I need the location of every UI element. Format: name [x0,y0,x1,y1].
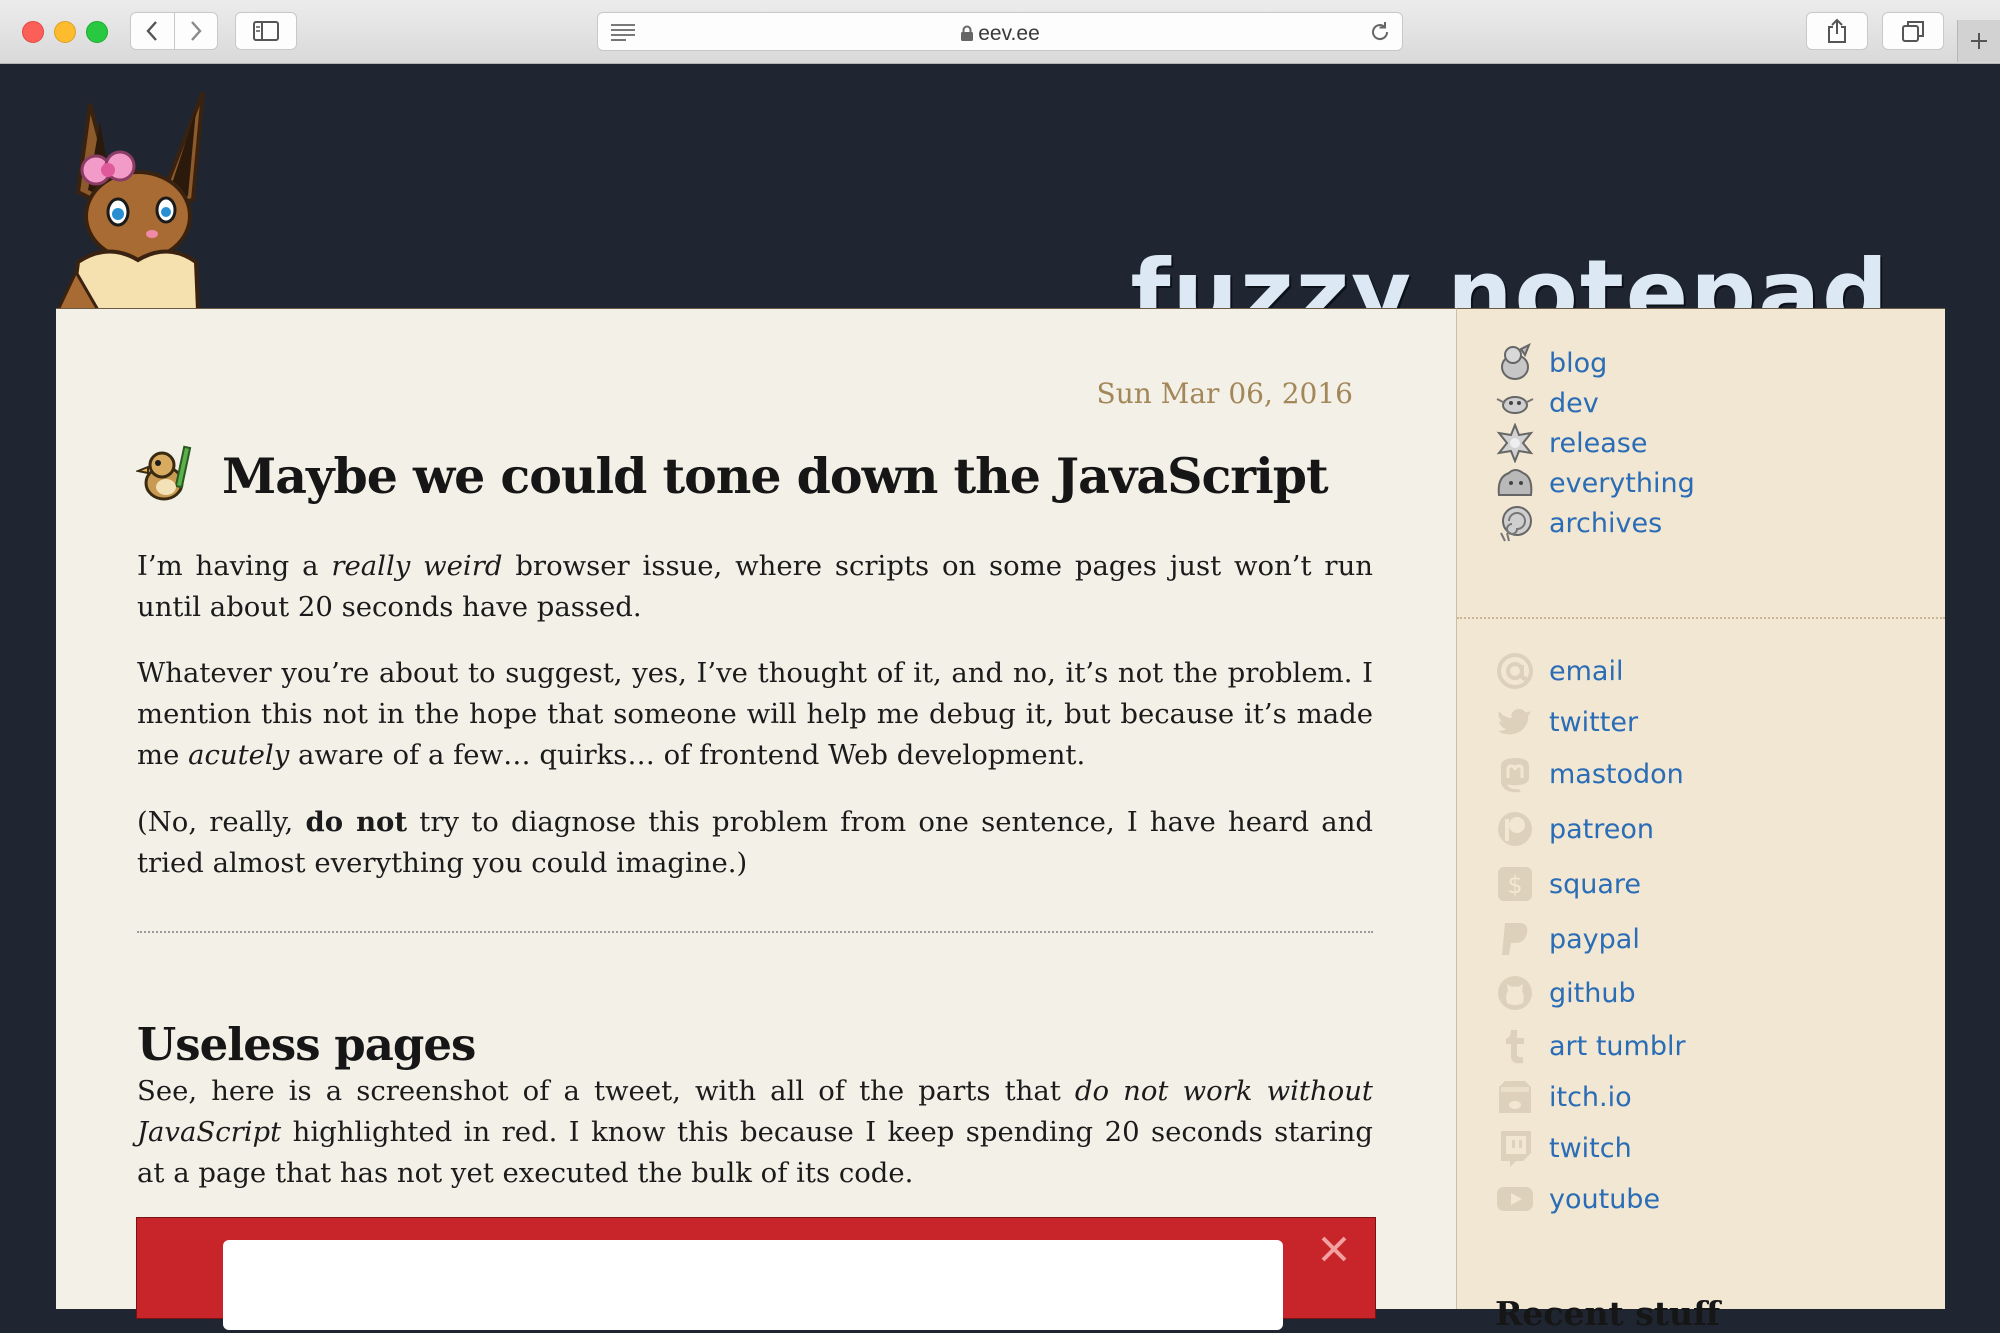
paragraph-3: (No, really, do not try to diagnose this… [137,802,1373,884]
link-patreon[interactable]: patreon [1495,809,1654,849]
text-run: highlighted in red. I know this because … [137,1116,1373,1189]
sidebar-divider [1457,617,1945,619]
tweet-screenshot-image [136,1217,1376,1330]
screenshot-card [223,1240,1283,1330]
patreon-icon [1495,809,1535,849]
sidebar-icon [253,21,279,41]
twitch-icon [1495,1128,1535,1168]
strong-text: do not [305,806,408,838]
sidebar-item-dev[interactable]: dev [1495,383,1599,423]
sidebar-item-release[interactable]: release [1495,423,1647,463]
link-twitter[interactable]: twitter [1495,702,1638,742]
paragraph-2: Whatever you’re about to suggest, yes, I… [137,653,1373,776]
link-label: email [1549,655,1624,687]
eevee-mascot-icon[interactable] [58,92,208,310]
paragraph-1: I’m having a really weird browser issue,… [137,546,1373,628]
share-icon [1828,18,1846,43]
dollar-icon: $ [1495,864,1535,904]
pokemon-shell-icon [1495,503,1535,543]
chevron-right-icon [190,21,202,41]
link-label: paypal [1549,923,1640,955]
sidebar-item-everything[interactable]: everything [1495,463,1695,503]
sidebar-item-label: dev [1549,387,1599,419]
paypal-icon [1495,919,1535,959]
pokemon-pidgey-icon [1495,343,1535,383]
post-date: Sun Mar 06, 2016 [1096,377,1353,410]
sidebar-item-label: everything [1549,467,1695,499]
paragraph-4: See, here is a screenshot of a tweet, wi… [137,1071,1373,1194]
link-label: square [1549,868,1641,900]
url-text: eev.ee [978,22,1040,45]
link-email[interactable]: email [1495,651,1623,691]
text-run: I’m having a [137,550,332,582]
text-run: aware of a few… quirks… of frontend Web … [289,739,1086,771]
link-paypal[interactable]: paypal [1495,919,1640,959]
sidebar-toggle-button[interactable] [235,12,297,50]
article: Sun Mar 06, 2016 Maybe we could tone dow… [56,308,1456,1330]
back-button[interactable] [131,13,174,49]
browser-toolbar: eev.ee [0,0,2000,64]
github-cat-icon [1495,973,1535,1013]
forward-button[interactable] [173,13,218,49]
pokemon-spiky-icon [1495,423,1535,463]
tabs-icon [1902,21,1924,42]
fullscreen-window-button[interactable] [86,21,108,43]
close-x-icon [1321,1236,1347,1262]
twitter-bird-icon [1495,702,1535,742]
plus-icon [1971,33,1987,49]
link-label: youtube [1549,1183,1661,1215]
history-nav [130,12,218,50]
link-twitch[interactable]: twitch [1495,1128,1632,1168]
link-youtube[interactable]: youtube [1495,1179,1660,1219]
link-label: github [1549,977,1636,1009]
link-mastodon[interactable]: mastodon [1495,754,1684,794]
url-display: eev.ee [598,22,1402,46]
youtube-icon [1495,1179,1535,1219]
link-itch-io[interactable]: itch.io [1495,1077,1632,1117]
lock-icon [961,25,974,41]
sidebar-item-label: archives [1549,507,1663,539]
link-label: art tumblr [1549,1030,1686,1062]
link-square[interactable]: $ square [1495,864,1641,904]
svg-text:$: $ [1507,871,1522,899]
tumblr-icon [1495,1026,1535,1066]
post-title: Maybe we could tone down the JavaScript [222,446,1329,505]
chevron-left-icon [146,21,158,41]
link-label: itch.io [1549,1081,1632,1113]
section-divider [137,931,1373,933]
emphasis-text: acutely [188,739,290,771]
sidebar-item-label: release [1549,427,1648,459]
sidebar-item-archives[interactable]: archives [1495,503,1662,543]
link-label: mastodon [1549,758,1684,790]
link-label: twitter [1549,706,1639,738]
link-label: patreon [1549,813,1655,845]
emphasis-text: really weird [331,550,503,582]
site-header: fuzzy notepad [0,64,2000,347]
sidebar: blog dev release everything archives ema… [1456,308,1945,1333]
link-art-tumblr[interactable]: art tumblr [1495,1026,1686,1066]
pokemon-blob-icon [1495,463,1535,503]
share-button[interactable] [1806,12,1868,50]
close-window-button[interactable] [22,21,44,43]
link-github[interactable]: github [1495,973,1636,1013]
text-run: (No, really, [137,806,306,838]
post-title-row: Maybe we could tone down the JavaScript [136,414,1329,538]
itch-icon [1495,1077,1535,1117]
pokemon-bug-icon [1495,383,1535,423]
section-heading: Useless pages [137,1018,476,1072]
reload-icon[interactable] [1368,20,1392,44]
text-run: See, here is a screenshot of a tweet, wi… [137,1075,1075,1107]
minimize-window-button[interactable] [54,21,76,43]
at-sign-icon [1495,651,1535,691]
address-bar[interactable]: eev.ee [597,12,1403,51]
sidebar-item-blog[interactable]: blog [1495,343,1607,383]
pokemon-bird-icon [136,445,192,501]
recent-stuff-heading: Recent stuff [1495,1294,1721,1333]
new-tab-button[interactable] [1957,20,2000,62]
sidebar-item-label: blog [1549,347,1608,379]
link-label: twitch [1549,1132,1632,1164]
mastodon-icon [1495,754,1535,794]
tab-overview-button[interactable] [1882,12,1944,50]
